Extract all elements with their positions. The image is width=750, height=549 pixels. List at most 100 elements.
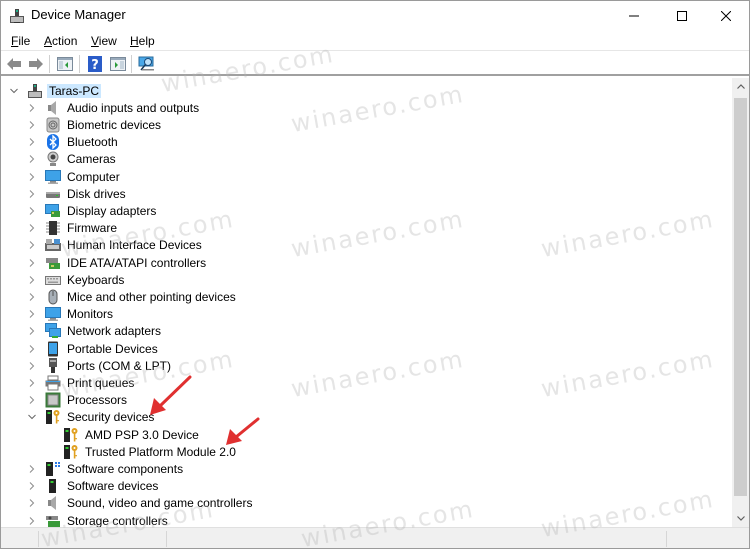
- tree-item-label: Computer: [67, 169, 120, 184]
- scan-hardware-changes-icon: [138, 56, 154, 71]
- tree-device-trusted-platform-module-2-0[interactable]: Trusted Platform Module 2.0: [45, 443, 238, 460]
- mouse-icon: [45, 289, 61, 305]
- forward-button[interactable]: [27, 55, 45, 73]
- chevron-right-icon[interactable]: [27, 361, 37, 371]
- tree-category-computer[interactable]: Computer: [27, 168, 122, 185]
- toolbar-separator: [131, 55, 132, 73]
- tree-category-biometric-devices[interactable]: Biometric devices: [27, 116, 163, 133]
- tree-category-monitors[interactable]: Monitors: [27, 306, 115, 323]
- tree-item-label: Print queues: [67, 375, 135, 390]
- vertical-scrollbar[interactable]: [732, 78, 749, 527]
- maximize-button[interactable]: [659, 1, 705, 31]
- chevron-down-icon[interactable]: [9, 86, 19, 96]
- chevron-right-icon[interactable]: [27, 206, 37, 216]
- help-icon: ?: [88, 56, 102, 72]
- show-hide-console-tree-icon: [57, 57, 73, 71]
- tree-category-sound-video-and-game-controllers[interactable]: Sound, video and game controllers: [27, 495, 254, 512]
- tree-item-label: Audio inputs and outputs: [67, 100, 200, 115]
- ide-controller-icon: [45, 255, 61, 271]
- chevron-right-icon[interactable]: [27, 326, 37, 336]
- menu-help[interactable]: Help: [130, 34, 155, 48]
- tree-category-disk-drives[interactable]: Disk drives: [27, 185, 128, 202]
- chevron-right-icon[interactable]: [27, 516, 37, 526]
- tree-category-network-adapters[interactable]: Network adapters: [27, 323, 163, 340]
- menu-action-accel: A: [44, 34, 53, 48]
- menu-view[interactable]: View: [91, 34, 117, 48]
- speaker-icon: [45, 100, 61, 116]
- tree-category-ports-com-lpt[interactable]: Ports (COM & LPT): [27, 357, 173, 374]
- tree-category-mice-and-other-pointing-devices[interactable]: Mice and other pointing devices: [27, 288, 238, 305]
- tree-item-label: Software components: [67, 461, 184, 476]
- tree-device-amd-psp-3-0-device[interactable]: AMD PSP 3.0 Device: [45, 426, 201, 443]
- chevron-right-icon[interactable]: [27, 154, 37, 164]
- chevron-down-icon[interactable]: [27, 412, 37, 422]
- chevron-right-icon[interactable]: [27, 309, 37, 319]
- help-button[interactable]: ?: [86, 55, 104, 73]
- chevron-right-icon[interactable]: [27, 395, 37, 405]
- tree-category-firmware[interactable]: Firmware: [27, 220, 119, 237]
- portable-device-icon: [45, 341, 61, 357]
- menu-bar: File Action View Help: [1, 31, 749, 51]
- chevron-right-icon[interactable]: [27, 292, 37, 302]
- tree-category-human-interface-devices[interactable]: Human Interface Devices: [27, 237, 204, 254]
- computer-tower-icon: [27, 83, 43, 99]
- chevron-down-icon: [736, 516, 745, 521]
- chevron-right-icon[interactable]: [27, 172, 37, 182]
- chevron-right-icon[interactable]: [27, 223, 37, 233]
- chevron-right-icon[interactable]: [27, 275, 37, 285]
- tree-category-bluetooth[interactable]: Bluetooth: [27, 134, 120, 151]
- chevron-right-icon[interactable]: [27, 344, 37, 354]
- chevron-right-icon[interactable]: [27, 464, 37, 474]
- tree-item-label: Storage controllers: [67, 513, 168, 528]
- menu-file-rest: ile: [18, 34, 31, 48]
- chevron-right-icon[interactable]: [27, 103, 37, 113]
- show-hide-console-tree-button[interactable]: [56, 55, 74, 73]
- tree-category-software-components[interactable]: Software components: [27, 460, 185, 477]
- chevron-right-icon[interactable]: [27, 240, 37, 250]
- tree-category-ide-ata-atapi-controllers[interactable]: IDE ATA/ATAPI controllers: [27, 254, 208, 271]
- monitor-icon: [45, 306, 61, 322]
- menu-file[interactable]: File: [11, 34, 30, 48]
- bluetooth-icon: [45, 134, 61, 151]
- close-button[interactable]: [703, 1, 749, 31]
- speaker-icon: [45, 495, 61, 511]
- menu-help-accel: H: [130, 34, 139, 48]
- chevron-right-icon[interactable]: [27, 137, 37, 147]
- menu-action[interactable]: Action: [44, 34, 77, 48]
- chevron-right-icon[interactable]: [27, 120, 37, 130]
- scan-hardware-changes-button[interactable]: [138, 55, 156, 73]
- chevron-right-icon[interactable]: [27, 189, 37, 199]
- tree-item-label: Taras-PC: [47, 83, 102, 98]
- scroll-down-button[interactable]: [732, 510, 749, 527]
- show-hide-action-pane-button[interactable]: [109, 55, 127, 73]
- status-bar-separator: [666, 531, 667, 547]
- tree-category-processors[interactable]: Processors: [27, 392, 129, 409]
- chevron-right-icon[interactable]: [27, 498, 37, 508]
- tree-category-cameras[interactable]: Cameras: [27, 151, 118, 168]
- tree-category-storage-controllers[interactable]: Storage controllers: [27, 512, 170, 527]
- back-button[interactable]: [5, 55, 23, 73]
- status-bar-separator: [166, 531, 167, 547]
- minimize-button[interactable]: [611, 1, 657, 31]
- chevron-right-icon[interactable]: [27, 481, 37, 491]
- scrollbar-thumb[interactable]: [734, 98, 747, 496]
- menu-help-rest: elp: [138, 34, 155, 48]
- chevron-right-icon[interactable]: [27, 378, 37, 388]
- tree-category-display-adapters[interactable]: Display adapters: [27, 202, 158, 219]
- tree-category-keyboards[interactable]: Keyboards: [27, 271, 126, 288]
- tree-category-portable-devices[interactable]: Portable Devices: [27, 340, 160, 357]
- tree-category-print-queues[interactable]: Print queues: [27, 374, 136, 391]
- tree-item-label: Mice and other pointing devices: [67, 289, 236, 304]
- minimize-icon: [629, 15, 639, 17]
- tree-category-audio-inputs-and-outputs[interactable]: Audio inputs and outputs: [27, 99, 201, 116]
- tree-category-security-devices[interactable]: Security devices: [27, 409, 156, 426]
- monitor-icon: [45, 169, 61, 185]
- scroll-up-button[interactable]: [732, 78, 749, 95]
- tree-item-label: IDE ATA/ATAPI controllers: [67, 255, 207, 270]
- tree-category-software-devices[interactable]: Software devices: [27, 478, 160, 495]
- tree-item-label: Cameras: [67, 152, 116, 167]
- tree-root-taras-pc[interactable]: Taras-PC: [9, 82, 102, 99]
- chevron-right-icon[interactable]: [27, 258, 37, 268]
- show-hide-action-pane-icon: [110, 57, 126, 71]
